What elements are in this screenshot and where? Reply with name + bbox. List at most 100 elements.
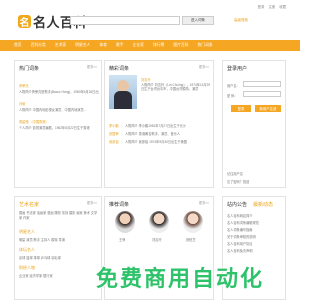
nav-images[interactable]: 图片百科 [173,40,188,51]
nav-stars[interactable]: 明星艺人 [75,40,90,51]
top-links: 登录 注册 收藏 [258,4,286,9]
hot-item-name[interactable]: 黄荣亮 [19,83,29,88]
category-link[interactable]: 雕刻 [54,211,60,215]
category-link[interactable]: 漫画 [47,211,53,215]
category-link[interactable]: 排球 [34,256,40,260]
person-name[interactable]: 王菲 [119,237,125,242]
category-link[interactable]: 明星 [19,238,25,242]
section-heading: 体坛名人 [19,247,35,252]
hot-item-name[interactable]: 孙俪 [19,101,25,106]
category-link[interactable]: 足球 [19,256,25,260]
panel-title: 推荐词条 [109,202,130,208]
rec-item-name[interactable]: 张国荣 [109,131,119,136]
category-links: 企业家 经济学家 银行家 [19,273,53,278]
category-link[interactable]: 油画家 [37,211,47,215]
hot-item-desc: 个人简介 影视演员编剧，1962年6月22日生于香港 [19,126,90,130]
nav-home[interactable]: 首页 [14,40,22,51]
nav-rankings[interactable]: 排行榜 [153,40,164,51]
more-link[interactable]: 更多>> [199,65,209,69]
category-links: 足球 篮球 排球 乒乓球 羽毛球 [19,255,61,260]
hot-entries-panel: 热门词条 更多>> 黄荣亮 人物简介黄荣亮是歌手(Baccc Hong)，198… [14,60,102,188]
nav-sports[interactable]: 体育 [99,40,107,51]
username-label: 用户名： [227,84,240,88]
panel-title: 登录用户 [227,66,248,72]
tab-announcements[interactable]: 站内公告 [227,201,247,208]
featured-entries-panel: 精彩词条 更多>> 刘志玲 人物简介 刘志玲（Lin Chi-ling），197… [104,60,214,188]
category-link[interactable]: 银行家 [43,274,53,278]
more-link[interactable]: 更多>> [199,201,209,205]
remember-username[interactable]: 记住用户名 [227,171,243,176]
person-photo[interactable] [183,211,203,233]
section-heading: 财经人物 [19,265,35,270]
category-link[interactable]: 主持人 [41,238,51,242]
section-heading: 明星艺人 [19,229,35,234]
nav-entrepreneurs[interactable]: 企业家 [133,40,144,51]
nav-singers[interactable]: 歌手 [116,40,124,51]
category-link[interactable]: 乒乓球 [41,256,51,260]
category-link[interactable]: 作家 [23,216,29,220]
panel-title: 精彩词条 [109,66,130,72]
search-input[interactable] [70,16,180,25]
register-button[interactable]: 新用户注册 [255,105,281,112]
featured-desc: 人物简介 刘志玲（Lin Chi-ling），1974年11月29日生于台湾台中… [141,83,211,92]
category-link[interactable]: 画家 [76,211,82,215]
favorite-link[interactable]: 收藏 [279,4,286,9]
password-field[interactable] [243,91,281,97]
nav-categories[interactable]: 百科分类 [31,40,46,51]
person-photo[interactable] [115,211,135,233]
more-link[interactable]: 更多>> [87,65,97,69]
category-links: 明星 演员 歌手 主持人 模特 导演 [19,237,65,242]
nav-hot[interactable]: 热门词条 [198,40,213,51]
login-link[interactable]: 登录 [258,4,265,9]
login-button[interactable]: 登录 [231,105,251,112]
password-label: 密 码： [227,94,238,98]
featured-name[interactable]: 刘志玲 [141,77,151,82]
category-links: 国画 书法家 油画家 漫画 雕刻 篆刻 摄影 画家 美术 文学家 作家 [19,211,99,221]
category-link[interactable]: 篆刻 [62,211,68,215]
banner-text: 免费商用自动化 [95,266,264,291]
news-item[interactable]: 关于词条审核的说明 [227,234,283,239]
advanced-search-link[interactable]: 高级搜索 [234,18,248,23]
rec-item-desc: 人物简介 李小鹏1981年7月27日出生于长沙 [125,124,187,128]
hot-item-name[interactable]: 周星驰 （中国香港） [19,119,49,124]
news-item[interactable]: 名人百科免责声明 [227,248,283,253]
category-link[interactable]: 书法家 [26,211,36,215]
featured-photo[interactable] [109,75,137,109]
category-link[interactable]: 篮球 [26,256,32,260]
tab-latest[interactable]: 最新动态 [253,201,273,208]
news-item[interactable]: 名人词条编写指南 [227,227,283,232]
main-nav: 首页 百科分类 艺术家 明星艺人 体育 歌手 企业家 排行榜 图片百科 热门词条 [0,40,300,51]
category-link[interactable]: 摄影 [69,211,75,215]
body-shape [114,91,132,109]
category-link[interactable]: 国画 [19,211,25,215]
category-link[interactable]: 模特 [51,238,57,242]
category-link[interactable]: 企业家 [19,274,29,278]
username-field[interactable] [243,81,281,87]
news-item[interactable]: 名人百科网站简介 [227,213,283,218]
register-link[interactable]: 注册 [268,4,275,9]
rec-item-desc: 人物简介 香港著名歌手、演员、音乐人 [125,132,181,136]
person-name[interactable]: 刘嘉玲 [152,237,162,242]
hot-item-desc: 人物简介黄荣亮是歌手(Baccc Hong)，1980年5月26日出生 [19,90,99,94]
hot-item-desc: 人物简介 中国内地影视女演员、中国内地演员… [19,108,87,112]
rec-item-name[interactable]: 吴彦祖 [109,139,119,144]
news-item[interactable]: 名人百科用户协议 [227,241,283,246]
news-item[interactable]: 名人百科词条编辑规范 [227,220,283,225]
search-button[interactable]: 进入词条 [182,16,214,25]
forgot-password-link[interactable]: 忘了密码？找回 [227,179,249,184]
category-link[interactable]: 美术 [84,211,90,215]
category-link[interactable]: 歌手 [34,238,40,242]
login-panel: 登录用户 用户名： 密 码： 登录 新用户注册 记住用户名 忘了密码？找回 [222,60,286,188]
person-name[interactable]: 张柏芝 [186,237,196,242]
rec-item-name[interactable]: 李小鹏 [109,123,119,128]
category-link[interactable]: 经济学家 [29,274,42,278]
nav-artists[interactable]: 艺术家 [55,40,66,51]
category-link[interactable]: 羽毛球 [51,256,61,260]
category-link[interactable]: 导演 [59,238,65,242]
promo-banner: 免费商用自动化 [70,262,290,292]
logo-icon: 名 [18,15,31,29]
panel-title: 艺术名家 [19,202,40,208]
category-link[interactable]: 演员 [26,238,32,242]
more-link[interactable]: 更多>> [87,201,97,205]
person-photo[interactable] [149,211,169,233]
